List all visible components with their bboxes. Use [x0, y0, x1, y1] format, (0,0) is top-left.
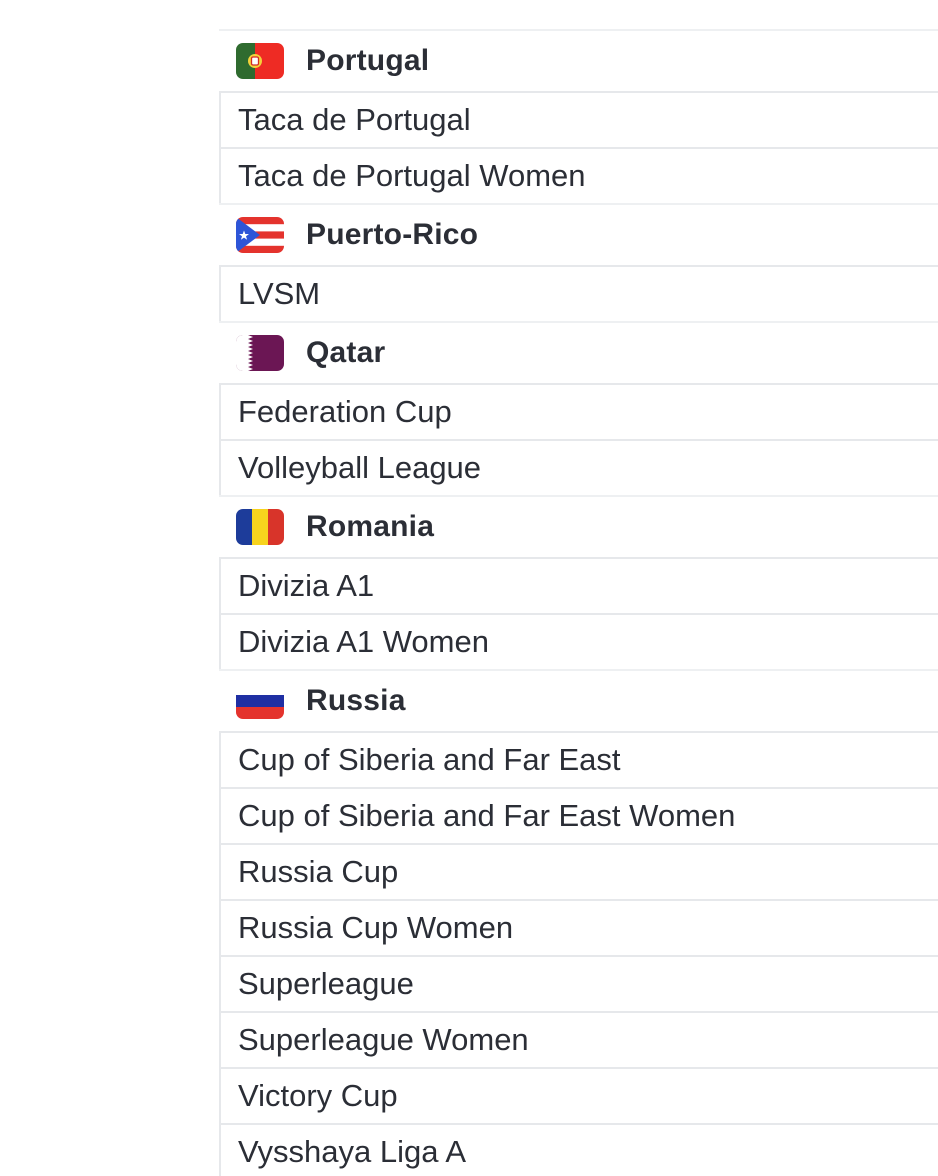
country-header-puerto-rico[interactable]: Puerto-Rico [219, 203, 938, 265]
flag-russia-icon [236, 683, 284, 719]
league-item[interactable]: Vysshaya Liga A [219, 1123, 938, 1176]
league-item[interactable]: Taca de Portugal [219, 91, 938, 147]
league-item[interactable]: Volleyball League [219, 439, 938, 495]
country-name: Portugal [306, 44, 430, 77]
country-header-portugal[interactable]: Portugal [219, 29, 938, 91]
league-item[interactable]: LVSM [219, 265, 938, 321]
country-name: Puerto-Rico [306, 218, 479, 251]
league-item[interactable]: Divizia A1 Women [219, 613, 938, 669]
league-item[interactable]: Russia Cup Women [219, 899, 938, 955]
flag-puerto-rico-icon [236, 217, 284, 253]
flag-portugal-icon [236, 43, 284, 79]
league-item[interactable]: Divizia A1 [219, 557, 938, 613]
country-name: Qatar [306, 336, 386, 369]
league-item[interactable]: Superleague Women [219, 1011, 938, 1067]
league-item[interactable]: Cup of Siberia and Far East [219, 731, 938, 787]
league-item[interactable]: Taca de Portugal Women [219, 147, 938, 203]
country-header-romania[interactable]: Romania [219, 495, 938, 557]
country-league-list: Portugal Taca de Portugal Taca de Portug… [219, 29, 938, 1176]
country-name: Russia [306, 684, 406, 717]
country-name: Romania [306, 510, 435, 543]
flag-romania-icon [236, 509, 284, 545]
league-item[interactable]: Victory Cup [219, 1067, 938, 1123]
flag-qatar-icon [236, 335, 284, 371]
league-item[interactable]: Russia Cup [219, 843, 938, 899]
league-item[interactable]: Superleague [219, 955, 938, 1011]
league-item[interactable]: Cup of Siberia and Far East Women [219, 787, 938, 843]
country-header-russia[interactable]: Russia [219, 669, 938, 731]
country-header-qatar[interactable]: Qatar [219, 321, 938, 383]
league-item[interactable]: Federation Cup [219, 383, 938, 439]
